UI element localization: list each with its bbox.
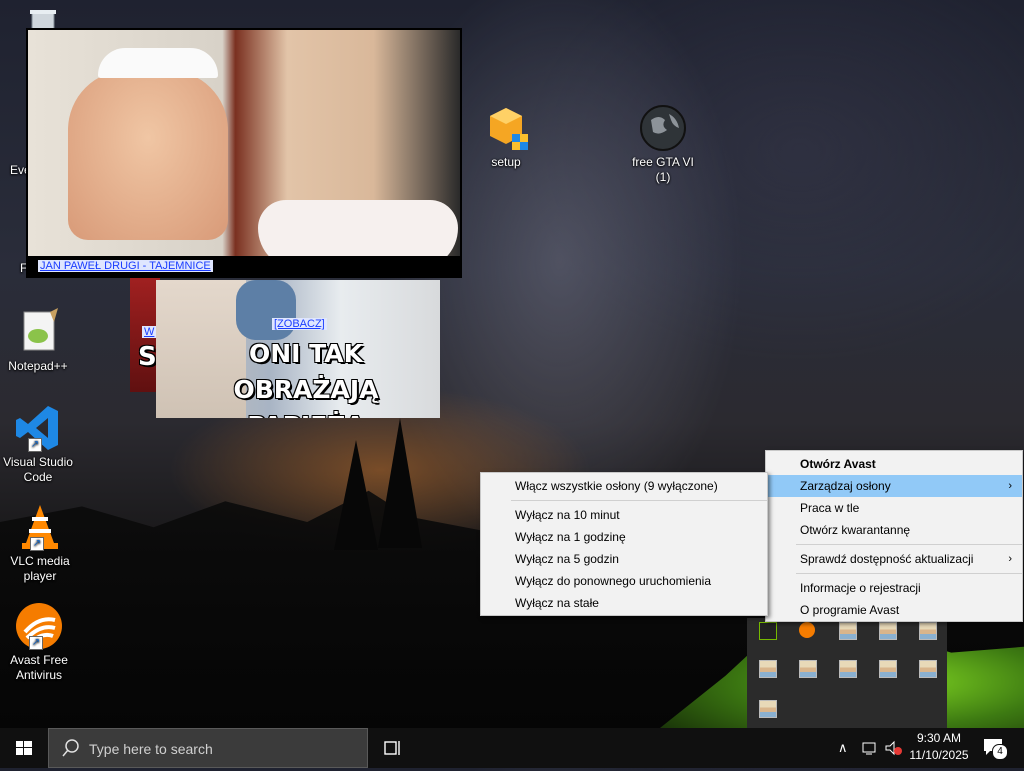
menu-item-check-updates[interactable]: Sprawdź dostępność aktualizacji › <box>766 548 1022 570</box>
menu-separator <box>796 573 1022 574</box>
ad-image-cap <box>98 48 218 78</box>
menu-item-registration-info[interactable]: Informacje o rejestracji <box>766 577 1022 599</box>
ad-link[interactable]: W <box>142 326 157 338</box>
menu-item-label: Zarządzaj osłony <box>800 479 891 493</box>
avast-icon: ↗ <box>15 602 63 650</box>
taskbar-clock[interactable]: 9:30 AM 11/10/2025 <box>900 730 978 764</box>
clock-time: 9:30 AM <box>916 731 962 745</box>
menu-separator <box>796 544 1022 545</box>
chevron-right-icon: › <box>1008 480 1012 492</box>
taskbar: Type here to search ∧ 9:30 AM 11/10/2025… <box>0 728 1024 768</box>
desktop-icon-free-gta[interactable]: free GTA VI (1) <box>624 104 702 185</box>
menu-item-open-quarantine[interactable]: Otwórz kwarantannę <box>766 519 1022 541</box>
menu-item-label: Sprawdź dostępność aktualizacji <box>800 552 974 566</box>
desktop-icon-vscode[interactable]: ↗ Visual Studio Code <box>0 404 76 485</box>
desktop-icon-notepadpp[interactable]: Notepad++ <box>0 308 76 374</box>
menu-item-manage-shields[interactable]: Zarządzaj osłony › <box>766 475 1022 497</box>
menu-item-disable-1-hour[interactable]: Wyłącz na 1 godzinę <box>481 526 767 548</box>
desktop-icon-label: Avast Free Antivirus <box>10 653 68 682</box>
globe-icon <box>639 104 687 152</box>
vlc-icon: ↗ <box>16 503 64 551</box>
menu-item-about-avast[interactable]: O programie Avast <box>766 599 1022 621</box>
ad-window-jan-pawel[interactable]: JAN PAWEŁ DRUGI - TAJEMNICE <box>26 28 462 278</box>
network-icon[interactable] <box>862 740 880 756</box>
tray-overflow-flyout <box>747 618 947 728</box>
ad-caption: S <box>138 342 157 372</box>
action-center-button[interactable]: 4 <box>982 736 1008 760</box>
desktop-icon-avast[interactable]: ↗ Avast Free Antivirus <box>1 602 77 683</box>
menu-item-background-mode[interactable]: Praca w tle <box>766 497 1022 519</box>
ad-link-jan-pawel[interactable]: JAN PAWEŁ DRUGI - TAJEMNICE <box>38 260 213 272</box>
vscode-icon: ↗ <box>14 404 62 452</box>
ad-image-person-2 <box>236 280 296 340</box>
start-button[interactable] <box>0 728 48 768</box>
app-tray-icon[interactable] <box>799 660 817 678</box>
desktop-icon-label: VLC media player <box>10 554 70 583</box>
shortcut-arrow-icon: ↗ <box>29 636 43 650</box>
desktop-icon-label: Visual Studio Code <box>3 455 73 484</box>
menu-item-disable-until-restart[interactable]: Wyłącz do ponownego uruchomienia <box>481 570 767 592</box>
search-placeholder: Type here to search <box>89 741 213 757</box>
shields-submenu: Włącz wszystkie osłony (9 wyłączone) Wył… <box>480 472 768 616</box>
chevron-up-icon[interactable]: ∧ <box>838 740 848 756</box>
app-tray-icon[interactable] <box>919 622 937 640</box>
ad-caption-line: ONI TAK OBRAŻAJĄ <box>233 339 379 404</box>
chevron-right-icon: › <box>1008 553 1012 565</box>
menu-item-enable-all-shields[interactable]: Włącz wszystkie osłony (9 wyłączone) <box>481 475 767 497</box>
desktop-icon-label: free GTA VI (1) <box>632 155 694 184</box>
search-icon <box>62 739 79 757</box>
app-tray-icon[interactable] <box>839 660 857 678</box>
task-view-icon <box>384 741 400 755</box>
shortcut-arrow-icon: ↗ <box>30 537 44 551</box>
app-tray-icon[interactable] <box>839 622 857 640</box>
app-tray-icon[interactable] <box>879 622 897 640</box>
wallpaper-tree <box>378 418 422 548</box>
task-view-button[interactable] <box>380 738 404 758</box>
setup-installer-icon <box>482 104 530 152</box>
wallpaper-tree <box>334 440 378 550</box>
desktop-icon-setup[interactable]: setup <box>468 104 544 170</box>
ad-caption: ONI TAK OBRAŻAJĄ PAPIEŻA <box>186 336 426 418</box>
menu-item-disable-5-hours[interactable]: Wyłącz na 5 godzin <box>481 548 767 570</box>
app-tray-icon[interactable] <box>759 700 777 718</box>
menu-item-disable-permanently[interactable]: Wyłącz na stałe <box>481 592 767 614</box>
app-tray-icon[interactable] <box>879 660 897 678</box>
desktop-icon-label: setup <box>491 155 521 169</box>
menu-separator <box>511 500 767 501</box>
desktop-icon-label: Notepad++ <box>8 359 68 373</box>
menu-item-open-avast[interactable]: Otwórz Avast <box>766 453 1022 475</box>
menu-item-disable-10-min[interactable]: Wyłącz na 10 minut <box>481 504 767 526</box>
notepadpp-icon <box>14 308 62 356</box>
ad-caption-line: PAPIEŻA <box>186 408 426 418</box>
taskbar-search-box[interactable]: Type here to search <box>48 728 368 768</box>
app-tray-icon[interactable] <box>919 660 937 678</box>
nvidia-icon[interactable] <box>759 622 777 640</box>
notification-count-badge: 4 <box>992 744 1008 760</box>
desktop-icon-vlc[interactable]: ↗ VLC media player <box>2 503 78 584</box>
app-tray-icon[interactable] <box>759 660 777 678</box>
avast-context-menu: Otwórz Avast Zarządzaj osłony › Praca w … <box>765 450 1023 622</box>
ad-window-zobacz[interactable]: [ZOBACZ] ONI TAK OBRAŻAJĄ PAPIEŻA <box>156 280 440 418</box>
ad-link-zobacz[interactable]: [ZOBACZ] <box>272 318 327 330</box>
windows-logo-icon <box>16 741 32 755</box>
avast-tray-icon[interactable] <box>799 622 815 638</box>
ad-image-face <box>68 70 228 240</box>
shortcut-arrow-icon: ↗ <box>28 438 42 452</box>
clock-date: 11/10/2025 <box>909 748 969 762</box>
